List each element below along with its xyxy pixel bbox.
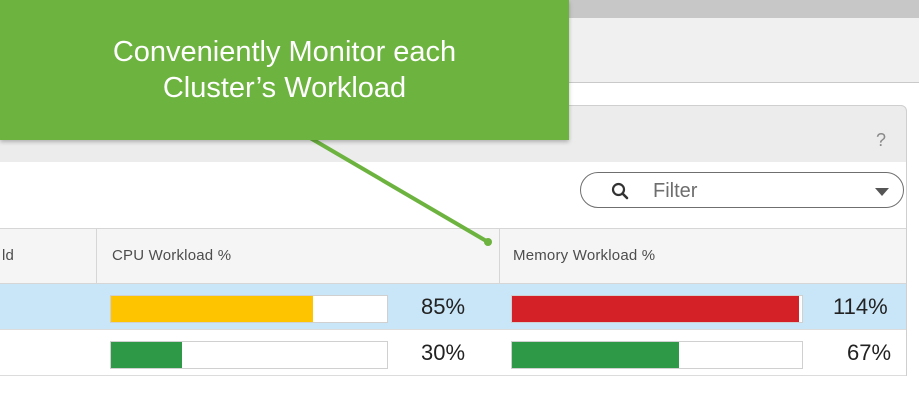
column-header-memory-workload[interactable]: Memory Workload % <box>513 229 655 283</box>
table-row[interactable]: 30% 67% <box>0 330 906 376</box>
cpu-workload-bar-fill <box>111 296 313 322</box>
memory-workload-percent: 114% <box>833 294 888 319</box>
filter-dropdown[interactable]: Filter <box>580 172 904 208</box>
column-header-workload[interactable]: ld <box>2 229 14 283</box>
column-header-cpu-workload[interactable]: CPU Workload % <box>112 229 231 283</box>
memory-workload-percent: 67% <box>847 340 892 365</box>
chevron-down-icon[interactable] <box>875 188 889 196</box>
memory-workload-bar <box>511 295 803 323</box>
memory-workload-bar <box>511 341 803 369</box>
cluster-workload-table: ld CPU Workload % Memory Workload % 85% … <box>0 228 907 376</box>
cpu-workload-bar <box>110 341 388 369</box>
help-icon[interactable]: ? <box>876 130 886 151</box>
memory-workload-bar-fill <box>512 296 800 322</box>
column-divider[interactable] <box>499 229 500 283</box>
table-toolbar: Filter <box>0 162 907 228</box>
column-divider[interactable] <box>96 229 97 283</box>
cpu-workload-percent: 30% <box>421 340 466 365</box>
table-header: ld CPU Workload % Memory Workload % <box>0 228 906 284</box>
cpu-workload-bar <box>110 295 388 323</box>
search-icon <box>611 182 629 200</box>
table-row[interactable]: 85% 114% <box>0 284 906 330</box>
cpu-workload-percent: 85% <box>421 294 466 319</box>
memory-workload-bar-fill <box>512 342 680 368</box>
filter-label: Filter <box>653 180 698 202</box>
callout-text-line-1: Conveniently Monitor each <box>112 36 457 68</box>
cpu-workload-bar-fill <box>111 342 183 368</box>
callout-text-line-2: Cluster’s Workload <box>162 72 407 104</box>
callout-box: Conveniently Monitor each Cluster’s Work… <box>0 0 569 140</box>
